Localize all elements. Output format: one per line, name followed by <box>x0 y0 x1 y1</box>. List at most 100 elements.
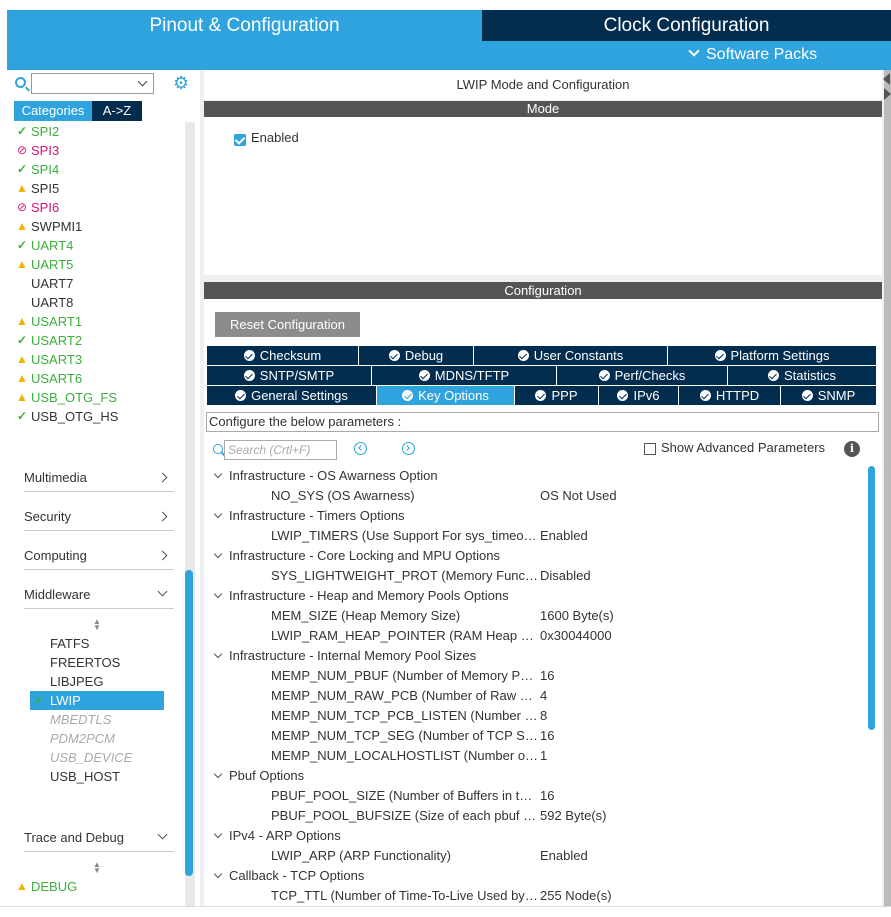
sort-icon[interactable]: ▲ ▼ <box>92 861 102 875</box>
parameter-value[interactable]: 8 <box>540 706 547 726</box>
tab-a-to-z[interactable]: A->Z <box>92 101 142 121</box>
tab-categories[interactable]: Categories <box>14 101 92 121</box>
parameter-group[interactable]: Infrastructure - Core Locking and MPU Op… <box>213 546 500 566</box>
parameter-value[interactable]: 16 <box>540 666 554 686</box>
parameter-value[interactable]: OS Not Used <box>540 486 617 506</box>
sidebar-item-usart2[interactable]: ✓ USART2 <box>17 331 82 350</box>
middleware-item-libjpeg[interactable]: LIBJPEG <box>30 672 164 691</box>
parameter-name[interactable]: MEMP_NUM_PBUF (Number of Memory Pool Buf… <box>271 666 539 686</box>
parameter-group[interactable]: Infrastructure - Internal Memory Pool Si… <box>213 646 476 666</box>
parameter-value[interactable]: 0x30044000 <box>540 626 612 646</box>
category-middleware[interactable]: Middleware <box>24 585 174 609</box>
parameter-name[interactable]: SYS_LIGHTWEIGHT_PROT (Memory Functions P… <box>271 566 539 586</box>
parameter-search-input[interactable]: Search (Crtl+F) <box>224 440 337 460</box>
sidebar-item-spi6[interactable]: ⊘ SPI6 <box>17 198 59 217</box>
sidebar-item-swpmi1[interactable]: ▲ SWPMI1 <box>16 217 82 236</box>
sidebar-item-usb-otg-fs[interactable]: ▲ USB_OTG_FS <box>16 388 117 407</box>
middleware-item-usb-device[interactable]: USB_DEVICE <box>30 748 164 767</box>
middleware-item-fatfs[interactable]: FATFS <box>30 634 164 653</box>
sidebar-item-uart7[interactable]: UART7 <box>31 274 73 293</box>
parameter-name[interactable]: MEMP_NUM_LOCALHOSTLIST (Number of Host I… <box>271 746 539 766</box>
sidebar-item-uart4[interactable]: ✓ UART4 <box>17 236 73 255</box>
expand-right-icon[interactable] <box>884 88 891 100</box>
parameter-group[interactable]: Infrastructure - Timers Options <box>213 506 405 526</box>
parameter-group[interactable]: Infrastructure - Heap and Memory Pools O… <box>213 586 509 606</box>
parameter-value[interactable]: Disabled <box>540 566 591 586</box>
tab-sntp-smtp[interactable]: SNTP/SMTP <box>207 366 372 385</box>
tab-pinout-configuration[interactable]: Pinout & Configuration <box>7 10 482 41</box>
sidebar-item-spi4[interactable]: ✓ SPI4 <box>17 160 59 179</box>
category-security[interactable]: Security <box>24 507 174 531</box>
parameter-name[interactable]: PBUF_POOL_BUFSIZE (Size of each pbuf in … <box>271 806 539 826</box>
sidebar-item-uart5[interactable]: ▲ UART5 <box>16 255 73 274</box>
parameter-value[interactable]: 4 <box>540 686 547 706</box>
info-icon[interactable]: i <box>844 441 860 457</box>
parameter-name[interactable]: LWIP_RAM_HEAP_POINTER (RAM Heap Pointer) <box>271 626 539 646</box>
parameter-tree-scrollbar[interactable] <box>868 466 875 730</box>
parameter-name[interactable]: MEMP_NUM_RAW_PCB (Number of Raw Protocol… <box>271 686 539 706</box>
tab-platform-settings[interactable]: Platform Settings <box>668 346 877 365</box>
tab-user-constants[interactable]: User Constants <box>474 346 668 365</box>
middleware-item-pdm2pcm[interactable]: PDM2PCM <box>30 729 164 748</box>
parameter-value[interactable]: 592 Byte(s) <box>540 806 606 826</box>
category-multimedia[interactable]: Multimedia <box>24 468 174 492</box>
parameter-name[interactable]: NO_SYS (OS Awarness) <box>271 486 539 506</box>
tab-checksum[interactable]: Checksum <box>207 346 359 365</box>
parameter-name[interactable]: LWIP_ARP (ARP Functionality) <box>271 846 539 866</box>
sidebar-item-usart6[interactable]: ▲ USART6 <box>16 369 82 388</box>
sidebar-item-spi2[interactable]: ✓ SPI2 <box>17 122 59 141</box>
panel-splitter[interactable] <box>884 70 891 906</box>
tab-clock-configuration[interactable]: Clock Configuration <box>482 10 891 41</box>
parameter-group[interactable]: Callback - TCP Options <box>213 866 364 886</box>
tab-general-settings[interactable]: General Settings <box>207 386 377 405</box>
sidebar-item-uart8[interactable]: UART8 <box>31 293 73 312</box>
tab-mdns-tftp[interactable]: MDNS/TFTP <box>372 366 557 385</box>
sidebar-item-spi5[interactable]: ▲ SPI5 <box>16 179 59 198</box>
parameter-name[interactable]: MEMP_NUM_TCP_PCB_LISTEN (Number of Liste… <box>271 706 539 726</box>
enabled-checkbox[interactable] <box>234 134 246 146</box>
parameter-name[interactable]: LWIP_TIMERS (Use Support For sys_timeout… <box>271 526 539 546</box>
sort-icon[interactable]: ▲ ▼ <box>92 618 102 632</box>
sidebar-item-spi3[interactable]: ⊘ SPI3 <box>17 141 59 160</box>
next-match-button[interactable] <box>402 442 415 455</box>
parameter-value[interactable]: 16 <box>540 786 554 806</box>
parameter-value[interactable]: Enabled <box>540 526 588 546</box>
sidebar-item-usart1[interactable]: ▲ USART1 <box>16 312 82 331</box>
tab-ppp[interactable]: PPP <box>515 386 599 405</box>
collapse-left-icon[interactable] <box>883 73 890 85</box>
parameter-value[interactable]: 1600 Byte(s) <box>540 606 614 626</box>
parameter-value[interactable]: 16 <box>540 726 554 746</box>
parameter-value[interactable]: 255 Node(s) <box>540 886 612 906</box>
parameter-group[interactable]: IPv4 - ARP Options <box>213 826 341 846</box>
reset-configuration-button[interactable]: Reset Configuration <box>215 312 360 337</box>
parameter-name[interactable]: MEMP_NUM_TCP_SEG (Number of TCP Segments… <box>271 726 539 746</box>
category-search-select[interactable] <box>31 73 154 94</box>
parameter-value[interactable]: Enabled <box>540 846 588 866</box>
sidebar-item-usart3[interactable]: ▲ USART3 <box>16 350 82 369</box>
gear-icon[interactable]: ⚙ <box>173 74 189 92</box>
middleware-item-usb-host[interactable]: USB_HOST <box>30 767 164 786</box>
parameter-value[interactable]: 1 <box>540 746 547 766</box>
category-computing[interactable]: Computing <box>24 546 174 570</box>
middleware-item-mbedtls[interactable]: MBEDTLS <box>30 710 164 729</box>
search-icon[interactable] <box>15 77 26 88</box>
tab-httpd[interactable]: HTTPD <box>679 386 781 405</box>
parameter-name[interactable]: PBUF_POOL_SIZE (Number of Buffers in the… <box>271 786 539 806</box>
sidebar-scrollbar-thumb[interactable] <box>185 570 193 876</box>
category-trace-debug[interactable]: Trace and Debug <box>24 828 174 852</box>
tab-perf-checks[interactable]: Perf/Checks <box>557 366 728 385</box>
parameter-name[interactable]: MEM_SIZE (Heap Memory Size) <box>271 606 539 626</box>
tab-key-options[interactable]: Key Options <box>377 386 515 405</box>
sidebar-item-usb-otg-hs[interactable]: ✓ USB_OTG_HS <box>17 407 118 426</box>
tab-debug[interactable]: Debug <box>359 346 474 365</box>
parameter-group[interactable]: Pbuf Options <box>213 766 304 786</box>
parameter-group[interactable]: Infrastructure - OS Awarness Option <box>213 466 438 486</box>
parameter-name[interactable]: TCP_TTL (Number of Time-To-Live Used by … <box>271 886 539 906</box>
sidebar-item-debug[interactable]: ▲ DEBUG <box>16 877 77 896</box>
show-advanced-checkbox[interactable] <box>644 443 656 455</box>
previous-match-button[interactable] <box>354 442 367 455</box>
tab-statistics[interactable]: Statistics <box>728 366 877 385</box>
middleware-item-lwip[interactable]: ✓ LWIP <box>30 691 164 710</box>
tab-ipv6[interactable]: IPv6 <box>599 386 679 405</box>
middleware-item-freertos[interactable]: FREERTOS <box>30 653 164 672</box>
